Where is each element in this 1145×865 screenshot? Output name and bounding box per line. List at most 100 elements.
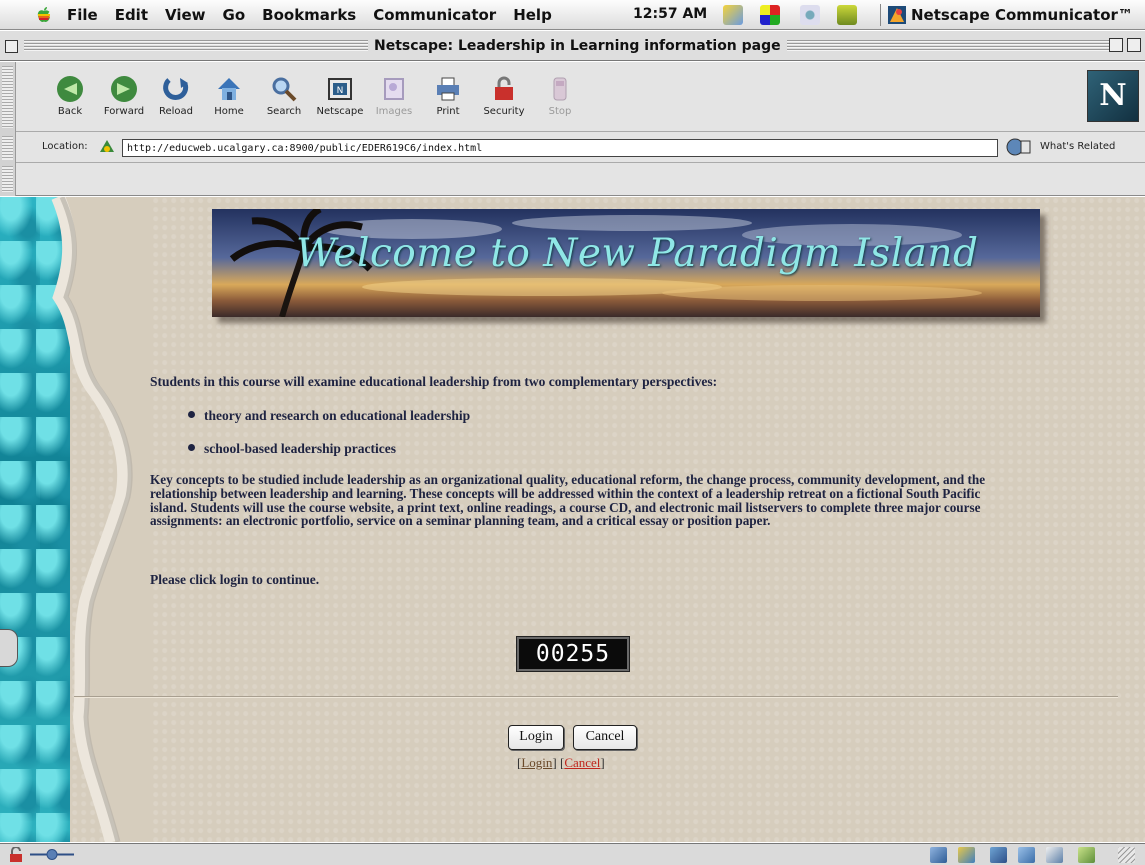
images-icon [384, 78, 404, 100]
composer-component-icon[interactable] [1046, 847, 1063, 863]
bullet-text: theory and research on educational leade… [204, 408, 471, 423]
bracket: ] [600, 755, 605, 770]
bracket: ] [ [552, 755, 565, 770]
window-collapse-box[interactable] [1127, 38, 1141, 52]
personal-toolbar [16, 164, 1145, 196]
search-icon [272, 77, 297, 102]
menu-edit[interactable]: Edit [115, 6, 148, 24]
login-instruction: Please click login to continue. [150, 572, 320, 587]
newsgroups-component-icon[interactable] [990, 847, 1007, 863]
navigation-toolbar: Back Forward Reload Home Search N Netsca… [16, 62, 1145, 132]
menu-file[interactable]: File [67, 6, 98, 24]
beach-sand-shoreline [51, 197, 150, 842]
print-button[interactable]: Print [420, 68, 476, 117]
menu-communicator[interactable]: Communicator [373, 6, 496, 24]
print-label: Print [436, 106, 460, 117]
window-title: Netscape: Leadership in Learning informa… [368, 38, 787, 54]
intro-text: Students in this course will examine edu… [150, 374, 718, 389]
search-label: Search [266, 106, 302, 117]
menu-separator [880, 4, 881, 26]
print-icon [437, 77, 459, 101]
conference-component-icon[interactable] [1078, 847, 1095, 863]
application-menu[interactable]: Netscape Communicator™ [880, 4, 1133, 26]
netscape-label: Netscape [316, 106, 364, 117]
forward-button[interactable]: Forward [96, 68, 152, 117]
login-link[interactable]: Login [521, 755, 552, 770]
mail-component-icon[interactable] [958, 847, 975, 863]
collapse-location-toolbar-tab[interactable] [2, 136, 13, 160]
browser-toolbars: Back Forward Reload Home Search N Netsca… [0, 62, 1145, 196]
hit-counter: 00255 [516, 636, 630, 672]
collapse-personal-toolbar-tab[interactable] [2, 166, 13, 192]
images-button[interactable]: Images [366, 68, 422, 117]
window-title-bar[interactable]: Netscape: Leadership in Learning informa… [0, 31, 1145, 61]
location-toolbar: Location: What's Related [16, 133, 1145, 163]
netscape-icon: N [328, 78, 352, 100]
horizontal-rule [74, 696, 1118, 698]
security-lock-icon [495, 76, 513, 100]
bullet-text: school-based leadership practices [204, 441, 396, 456]
home-icon [218, 78, 240, 100]
resize-grip-icon[interactable] [1118, 847, 1135, 863]
banner-title: Welcome to New Paradigm Island [296, 231, 979, 276]
home-button[interactable]: Home [201, 68, 257, 117]
cancel-link[interactable]: Cancel [564, 755, 600, 770]
back-button[interactable]: Back [42, 68, 98, 117]
netscape-button[interactable]: N Netscape [312, 68, 368, 117]
control-strip-pen-icon[interactable] [723, 5, 743, 25]
home-label: Home [214, 106, 244, 117]
menu-clock[interactable]: 12:57 AM [633, 6, 707, 22]
window-close-box[interactable] [5, 40, 18, 53]
bullet-item: theory and research on educational leade… [188, 408, 470, 423]
bullet-dot [188, 444, 195, 451]
whats-related-label[interactable]: What's Related [1040, 141, 1115, 152]
stop-label: Stop [548, 106, 572, 117]
page-proxy-icon[interactable] [98, 138, 116, 156]
menu-help[interactable]: Help [513, 6, 552, 24]
images-label: Images [375, 106, 413, 117]
control-strip-colors-icon[interactable] [760, 5, 780, 25]
connection-status-icon [30, 849, 74, 860]
url-input[interactable] [122, 139, 998, 157]
course-description: Key concepts to be studied include leade… [150, 472, 986, 529]
welcome-banner: Welcome to New Paradigm Island [212, 209, 1040, 317]
reload-label: Reload [158, 106, 194, 117]
bullet-item: school-based leadership practices [188, 441, 396, 456]
bullet-dot [188, 411, 195, 418]
apple-menu-icon[interactable] [35, 6, 53, 24]
netscape-throbber-logo[interactable]: N [1087, 70, 1139, 122]
reload-button[interactable]: Reload [148, 68, 204, 117]
toolbar-collapse-strip [0, 62, 16, 196]
search-button[interactable]: Search [256, 68, 312, 117]
menu-go[interactable]: Go [223, 6, 246, 24]
text-links: [Login] [Cancel] [517, 755, 605, 771]
back-arrow-icon [57, 76, 83, 102]
stop-button[interactable]: Stop [532, 68, 588, 117]
cancel-button[interactable]: Cancel [573, 725, 637, 750]
application-name: Netscape Communicator™ [911, 6, 1133, 24]
window-zoom-box[interactable] [1109, 38, 1123, 52]
stop-icon [553, 77, 567, 101]
address-book-component-icon[interactable] [1018, 847, 1035, 863]
control-strip-battery-icon[interactable] [837, 5, 857, 25]
collapse-navigation-toolbar-tab[interactable] [2, 66, 13, 128]
reload-icon [163, 78, 189, 100]
security-label: Security [483, 106, 525, 117]
security-status-lock-icon[interactable] [8, 847, 24, 862]
security-button[interactable]: Security [476, 68, 532, 117]
control-strip-network-icon[interactable] [800, 5, 820, 25]
menu-view[interactable]: View [165, 6, 206, 24]
page-content: Welcome to New Paradigm Island Students … [0, 197, 1145, 842]
svg-text:N: N [337, 86, 344, 96]
forward-arrow-icon [111, 76, 137, 102]
status-bar [0, 843, 1145, 865]
location-label: Location: [42, 141, 88, 152]
whats-related-icon[interactable] [1006, 137, 1032, 157]
login-button[interactable]: Login [508, 725, 564, 750]
mac-menu-bar: File Edit View Go Bookmarks Communicator… [0, 0, 1145, 30]
netscape-app-icon [888, 6, 906, 24]
menu-bookmarks[interactable]: Bookmarks [262, 6, 356, 24]
sidebar-drawer-handle[interactable] [0, 629, 18, 667]
navigator-component-icon[interactable] [930, 847, 947, 863]
forward-label: Forward [103, 106, 145, 117]
